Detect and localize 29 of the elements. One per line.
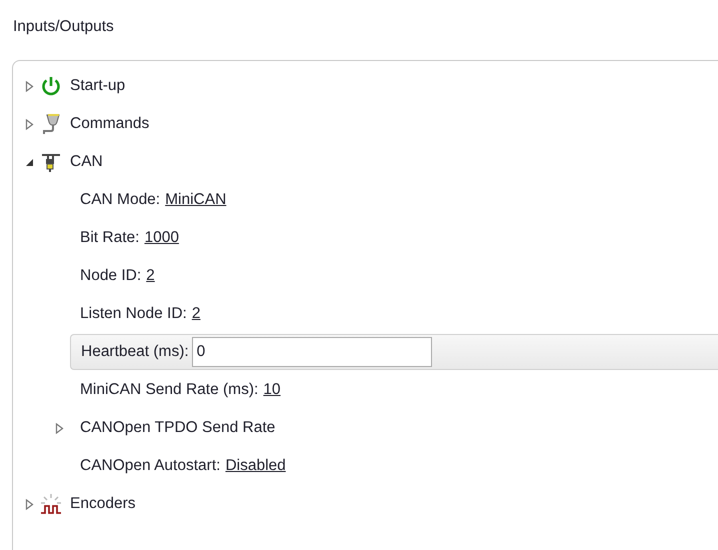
- bus-connector-icon: [40, 151, 62, 173]
- tree-item-label[interactable]: CANOpen TPDO Send Rate: [80, 419, 276, 437]
- setting-value-link[interactable]: 2: [192, 305, 200, 323]
- input-field[interactable]: 0: [192, 337, 432, 367]
- setting-value-link[interactable]: Disabled: [225, 457, 286, 475]
- setting-label: CANOpen Autostart:: [80, 457, 220, 475]
- setting-label: Heartbeat (ms):: [81, 343, 189, 361]
- setting-label: Listen Node ID:: [80, 305, 187, 323]
- tree-item-label[interactable]: CAN: [70, 153, 103, 171]
- setting-label: MiniCAN Send Rate (ms):: [80, 381, 258, 399]
- expand-arrow-icon[interactable]: [55, 422, 64, 434]
- connector-icon: [40, 113, 62, 135]
- setting-value-link[interactable]: 1000: [144, 229, 179, 247]
- tree-item-label[interactable]: Commands: [70, 115, 150, 133]
- encoder-icon: [40, 493, 62, 515]
- tree-item-label[interactable]: Encoders: [70, 495, 136, 513]
- setting-value-link[interactable]: 10: [263, 381, 281, 399]
- setting-value-link[interactable]: 2: [146, 267, 155, 285]
- expand-arrow-icon[interactable]: [25, 118, 34, 130]
- expand-arrow-icon[interactable]: [25, 80, 34, 92]
- setting-label: Node ID:: [80, 267, 142, 285]
- setting-value-link[interactable]: MiniCAN: [165, 191, 226, 209]
- setting-label: Bit Rate:: [80, 229, 140, 247]
- setting-label: CAN Mode:: [80, 191, 160, 209]
- power-icon: [40, 75, 62, 97]
- collapse-arrow-icon[interactable]: [25, 156, 34, 168]
- section-title: Inputs/Outputs: [12, 17, 115, 37]
- expand-arrow-icon[interactable]: [25, 498, 34, 510]
- tree-item-label[interactable]: Start-up: [70, 77, 126, 95]
